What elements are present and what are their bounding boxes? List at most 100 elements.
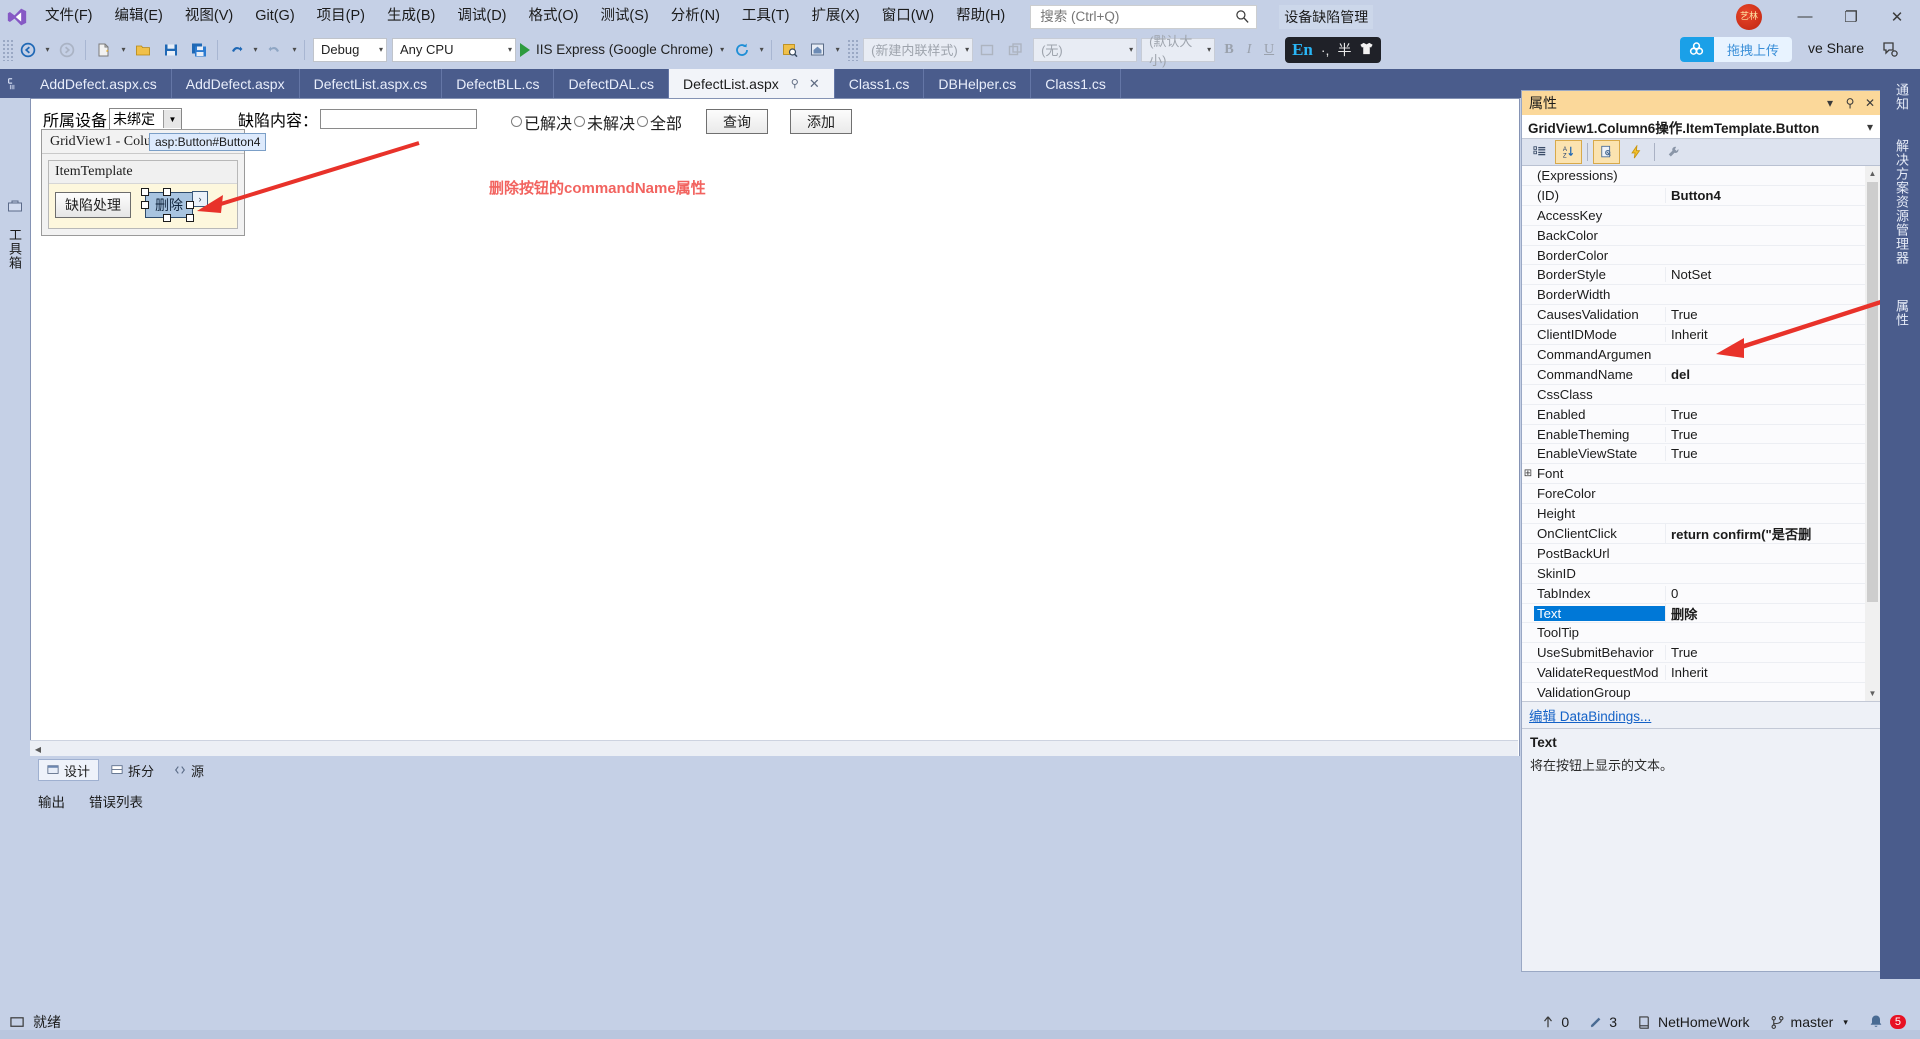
search-input[interactable] xyxy=(1038,8,1228,25)
toolbar-grip[interactable] xyxy=(2,38,14,61)
tab-defectlist-aspx[interactable]: DefectList.aspx ⚲ ✕ xyxy=(669,69,835,98)
tab-adddefect-aspx[interactable]: AddDefect.aspx xyxy=(172,69,300,98)
device-dropdown[interactable]: 未绑定 ▼ xyxy=(109,108,183,130)
menu-project[interactable]: 项目(P) xyxy=(306,0,376,33)
menu-debug[interactable]: 调试(D) xyxy=(446,0,517,33)
smart-tag-icon[interactable]: › xyxy=(192,191,208,207)
defect-process-button[interactable]: 缺陷处理 xyxy=(55,192,131,218)
property-value[interactable]: 删除 xyxy=(1665,603,1880,623)
menu-help[interactable]: 帮助(H) xyxy=(945,0,1016,33)
close-icon[interactable]: ✕ xyxy=(1860,92,1880,114)
property-row[interactable]: ForeColor xyxy=(1522,484,1880,505)
menu-format[interactable]: 格式(O) xyxy=(518,0,590,33)
tab-dbhelper-cs[interactable]: DBHelper.cs xyxy=(924,69,1032,98)
property-value[interactable]: del xyxy=(1665,366,1880,382)
property-row[interactable]: ValidateRequestMod Inherit xyxy=(1522,663,1880,684)
properties-scrollbar[interactable]: ▲ ▼ xyxy=(1865,166,1880,701)
hot-reload-dropdown-icon[interactable]: ▾ xyxy=(756,38,767,62)
upload-widget[interactable]: 拖拽上传 xyxy=(1679,37,1792,62)
property-row[interactable]: (ID) Button4 xyxy=(1522,186,1880,206)
property-value[interactable]: return confirm("是否删 xyxy=(1665,523,1880,543)
menu-analyze[interactable]: 分析(N) xyxy=(660,0,731,33)
edit-databindings-link[interactable]: 编辑 DataBindings... xyxy=(1529,705,1651,725)
rail-properties[interactable]: 属性 xyxy=(1892,299,1911,327)
minimize-button[interactable]: — xyxy=(1782,0,1828,33)
status-branch[interactable]: master ▾ xyxy=(1770,1014,1848,1030)
status-notifications[interactable]: 5 xyxy=(1868,1014,1906,1030)
selection-handle[interactable] xyxy=(141,201,149,209)
save-all-icon[interactable] xyxy=(185,36,213,64)
new-project-icon[interactable] xyxy=(90,36,118,64)
ime-skin-icon[interactable] xyxy=(1359,41,1374,59)
navigate-forward-icon[interactable] xyxy=(53,36,81,64)
defect-content-input[interactable] xyxy=(320,109,478,129)
property-value[interactable]: Button4 xyxy=(1665,187,1880,203)
rail-solution-explorer[interactable]: 解决方案资源管理器 xyxy=(1892,139,1911,265)
ime-punctuation-icon[interactable]: ·, xyxy=(1321,42,1330,58)
property-row-onclientclick[interactable]: OnClientClick return confirm("是否删 xyxy=(1522,523,1880,544)
property-row[interactable]: EnableViewState True xyxy=(1522,444,1880,465)
property-row[interactable]: (Expressions) xyxy=(1522,166,1880,186)
rail-notifications[interactable]: 通知 xyxy=(1892,83,1911,111)
redo-icon[interactable] xyxy=(261,36,289,64)
property-row-text-selected[interactable]: Text 删除 xyxy=(1522,603,1880,624)
property-row[interactable]: Enabled True xyxy=(1522,405,1880,425)
selection-handle[interactable] xyxy=(163,188,171,196)
undo-dropdown-icon[interactable]: ▾ xyxy=(250,38,261,62)
property-row[interactable]: BackColor xyxy=(1522,226,1880,246)
property-row[interactable]: Height xyxy=(1522,504,1880,525)
save-icon[interactable] xyxy=(157,36,185,64)
property-value[interactable]: True xyxy=(1665,406,1880,422)
search-box[interactable] xyxy=(1030,4,1258,29)
property-row[interactable]: ClientIDMode Inherit xyxy=(1522,325,1880,346)
property-row[interactable]: SkinID xyxy=(1522,564,1880,584)
designer-horizontal-scrollbar[interactable]: ◀ xyxy=(30,740,1518,757)
toolbox-rail-label[interactable]: 工具箱 xyxy=(6,228,24,270)
tab-class1-cs-1[interactable]: Class1.cs xyxy=(835,69,925,98)
alphabetical-view-button[interactable]: AZ xyxy=(1555,140,1582,164)
preview-browser-icon[interactable] xyxy=(776,36,804,64)
view-tab-design[interactable]: 设计 xyxy=(38,759,100,781)
property-row-font[interactable]: ⊞ Font xyxy=(1522,464,1880,485)
scroll-up-icon[interactable]: ▲ xyxy=(1865,166,1880,181)
close-icon[interactable]: ✕ xyxy=(809,76,820,92)
font-size-combo[interactable]: (默认大小) ▾ xyxy=(1141,34,1216,68)
property-row[interactable]: UseSubmitBehavior True xyxy=(1522,643,1880,664)
property-row[interactable]: BorderWidth xyxy=(1522,285,1880,306)
solution-configuration-combo[interactable]: Debug ▾ xyxy=(313,37,387,62)
navigate-back-icon[interactable] xyxy=(14,36,42,64)
undo-icon[interactable] xyxy=(222,36,250,64)
ime-width-icon[interactable]: 半 xyxy=(1337,40,1351,60)
property-row[interactable]: CssClass xyxy=(1522,385,1880,405)
property-value[interactable]: True xyxy=(1665,307,1880,323)
selection-handle[interactable] xyxy=(186,201,194,209)
property-row[interactable]: ValidationGroup xyxy=(1522,683,1880,701)
menu-build[interactable]: 生成(B) xyxy=(376,0,446,33)
selection-handle[interactable] xyxy=(141,188,149,196)
status-pending-edits[interactable]: 3 xyxy=(1589,1014,1617,1030)
properties-grid[interactable]: (Expressions) (ID) Button4 AccessKey Back… xyxy=(1522,166,1880,702)
status-repository[interactable]: NetHomeWork xyxy=(1637,1014,1750,1030)
radio-all[interactable]: 全部 xyxy=(637,110,682,134)
events-view-button[interactable] xyxy=(1622,140,1649,164)
property-row[interactable]: BorderStyle NotSet xyxy=(1522,265,1880,286)
scroll-left-icon[interactable]: ◀ xyxy=(30,742,46,757)
tab-defectdal-cs[interactable]: DefectDAL.cs xyxy=(554,69,670,98)
maximize-button[interactable]: ❐ xyxy=(1828,0,1874,33)
radio-unresolved[interactable]: 未解决 xyxy=(574,110,635,134)
tab-list-menu-icon[interactable] xyxy=(0,69,26,98)
add-button[interactable]: 添加 xyxy=(790,109,853,134)
menu-edit[interactable]: 编辑(E) xyxy=(104,0,174,33)
live-share-icon[interactable] xyxy=(1882,41,1900,59)
chevron-down-icon[interactable]: ▾ xyxy=(720,45,724,54)
tab-defectlist-aspx-cs[interactable]: DefectList.aspx.cs xyxy=(300,69,443,98)
browser-select-dropdown-icon[interactable]: ▾ xyxy=(832,38,843,62)
menu-file[interactable]: 文件(F) xyxy=(34,0,104,33)
chevron-down-icon[interactable]: ▾ xyxy=(1860,116,1880,138)
menu-extensions[interactable]: 扩展(X) xyxy=(800,0,870,33)
bold-button[interactable]: B xyxy=(1219,38,1239,62)
property-row[interactable]: CommandArgumen xyxy=(1522,345,1880,365)
menu-test[interactable]: 测试(S) xyxy=(589,0,659,33)
selection-handle[interactable] xyxy=(186,214,194,222)
menu-view[interactable]: 视图(V) xyxy=(174,0,244,33)
